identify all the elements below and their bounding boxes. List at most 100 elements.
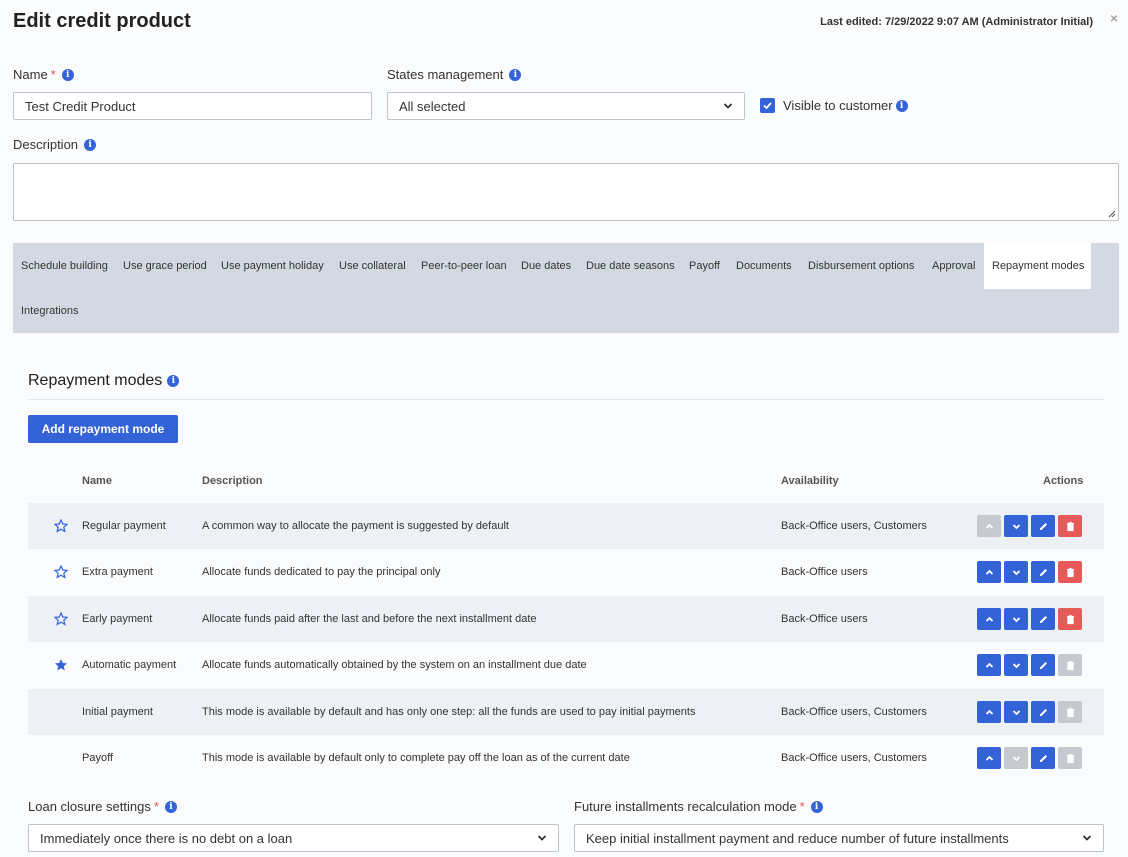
delete-button[interactable] <box>1058 561 1082 583</box>
edit-button[interactable] <box>1031 608 1055 630</box>
table-row: Early payment Allocate funds paid after t… <box>28 596 1104 642</box>
info-icon[interactable]: i <box>164 800 177 813</box>
chevron-down-icon <box>1012 523 1020 529</box>
tab-use-collateral[interactable]: Use collateral <box>331 243 414 289</box>
move-down-button[interactable] <box>1004 515 1028 537</box>
visible-to-customer-row: Visible to customer i <box>760 98 908 113</box>
move-up-button[interactable] <box>977 654 1001 676</box>
pencil-icon <box>1039 708 1047 716</box>
pencil-icon <box>1039 568 1047 576</box>
star-icon[interactable] <box>54 503 70 549</box>
info-icon[interactable]: i <box>509 68 522 81</box>
move-up-button[interactable] <box>977 747 1001 769</box>
chevron-down-icon <box>1012 755 1020 761</box>
edit-button[interactable] <box>1031 701 1055 723</box>
tab-documents[interactable]: Documents <box>728 243 800 289</box>
table-row: Regular payment A common way to allocate … <box>28 503 1104 549</box>
visible-to-customer-label: Visible to customer <box>783 98 893 113</box>
pencil-icon <box>1039 522 1047 530</box>
move-up-button[interactable] <box>977 701 1001 723</box>
tab-bar: Schedule building Use grace period Use p… <box>13 243 1119 333</box>
chevron-down-icon <box>1012 709 1020 715</box>
tab-use-payment-holiday[interactable]: Use payment holiday <box>213 243 332 289</box>
tab-disbursement-options[interactable]: Disbursement options <box>800 243 922 289</box>
tab-due-dates[interactable]: Due dates <box>513 243 579 289</box>
tab-approval[interactable]: Approval <box>924 243 983 289</box>
info-icon[interactable]: i <box>167 375 180 387</box>
row-description: A common way to allocate the payment is … <box>202 520 509 532</box>
star-filled-icon[interactable] <box>54 642 70 688</box>
row-availability: Back-Office users, Customers <box>781 520 927 532</box>
star-icon[interactable] <box>54 596 70 642</box>
edit-button[interactable] <box>1031 561 1055 583</box>
name-input[interactable]: Test Credit Product <box>13 92 372 120</box>
divider <box>28 399 1104 400</box>
delete-button[interactable] <box>1058 701 1082 723</box>
column-header-description: Description <box>202 475 263 487</box>
edit-button[interactable] <box>1031 515 1055 537</box>
move-up-button[interactable] <box>977 515 1001 537</box>
row-name: Payoff <box>82 752 113 764</box>
delete-button[interactable] <box>1058 515 1082 537</box>
future-installments-select[interactable]: Keep initial installment payment and red… <box>574 824 1104 852</box>
tab-payoff[interactable]: Payoff <box>681 243 728 289</box>
trash-icon <box>1066 707 1074 717</box>
close-icon[interactable]: × <box>1110 10 1118 26</box>
info-icon[interactable]: i <box>810 800 823 813</box>
column-header-actions: Actions <box>1043 475 1084 487</box>
states-select[interactable]: All selected <box>387 92 745 120</box>
resize-handle-icon[interactable] <box>1108 210 1116 218</box>
trash-icon <box>1066 521 1074 531</box>
tab-integrations[interactable]: Integrations <box>13 288 86 334</box>
required-marker: * <box>153 799 159 814</box>
table-row: Automatic payment Allocate funds automati… <box>28 642 1104 688</box>
row-name: Extra payment <box>82 566 153 578</box>
pencil-icon <box>1039 754 1047 762</box>
delete-button[interactable] <box>1058 654 1082 676</box>
edit-button[interactable] <box>1031 654 1055 676</box>
tab-schedule-building[interactable]: Schedule building <box>13 243 116 289</box>
chevron-up-icon <box>985 755 993 761</box>
row-actions <box>977 503 1082 549</box>
future-installments-value: Keep initial installment payment and red… <box>586 830 1009 846</box>
last-edited-info: Last edited: 7/29/2022 9:07 AM (Administ… <box>820 16 1093 28</box>
loan-closure-label: Loan closure settings <box>28 799 151 814</box>
info-icon[interactable]: i <box>84 138 97 151</box>
move-down-button[interactable] <box>1004 701 1028 723</box>
move-up-button[interactable] <box>977 561 1001 583</box>
chevron-down-icon <box>1082 835 1092 841</box>
tab-use-grace-period[interactable]: Use grace period <box>115 243 215 289</box>
chevron-down-icon <box>537 835 547 841</box>
tab-peer-to-peer-loan[interactable]: Peer-to-peer loan <box>413 243 515 289</box>
star-icon[interactable] <box>54 549 70 595</box>
row-actions <box>977 642 1082 688</box>
table-row: Extra payment Allocate funds dedicated to… <box>28 549 1104 595</box>
move-down-button[interactable] <box>1004 608 1028 630</box>
tab-due-date-seasons[interactable]: Due date seasons <box>578 243 683 289</box>
row-name: Regular payment <box>82 520 166 532</box>
description-textarea[interactable] <box>13 163 1119 221</box>
info-icon[interactable]: i <box>61 68 74 81</box>
move-up-button[interactable] <box>977 608 1001 630</box>
visible-to-customer-checkbox[interactable] <box>760 98 775 113</box>
description-label: Description <box>13 137 79 152</box>
chevron-up-icon <box>985 569 993 575</box>
page-title: Edit credit product <box>13 10 191 32</box>
loan-closure-select[interactable]: Immediately once there is no debt on a l… <box>28 824 559 852</box>
name-label-group: Name * i <box>13 67 74 82</box>
row-name: Automatic payment <box>82 659 177 671</box>
row-name: Early payment <box>82 613 153 625</box>
delete-button[interactable] <box>1058 608 1082 630</box>
delete-button[interactable] <box>1058 747 1082 769</box>
move-down-button[interactable] <box>1004 747 1028 769</box>
move-down-button[interactable] <box>1004 561 1028 583</box>
row-name: Initial payment <box>82 706 153 718</box>
add-repayment-mode-button[interactable]: Add repayment mode <box>28 415 178 443</box>
column-header-name: Name <box>82 475 112 487</box>
edit-button[interactable] <box>1031 747 1055 769</box>
info-icon[interactable]: i <box>895 99 908 112</box>
tab-repayment-modes[interactable]: Repayment modes <box>984 243 1091 289</box>
chevron-down-icon <box>1012 616 1020 622</box>
loan-closure-value: Immediately once there is no debt on a l… <box>40 830 293 846</box>
move-down-button[interactable] <box>1004 654 1028 676</box>
